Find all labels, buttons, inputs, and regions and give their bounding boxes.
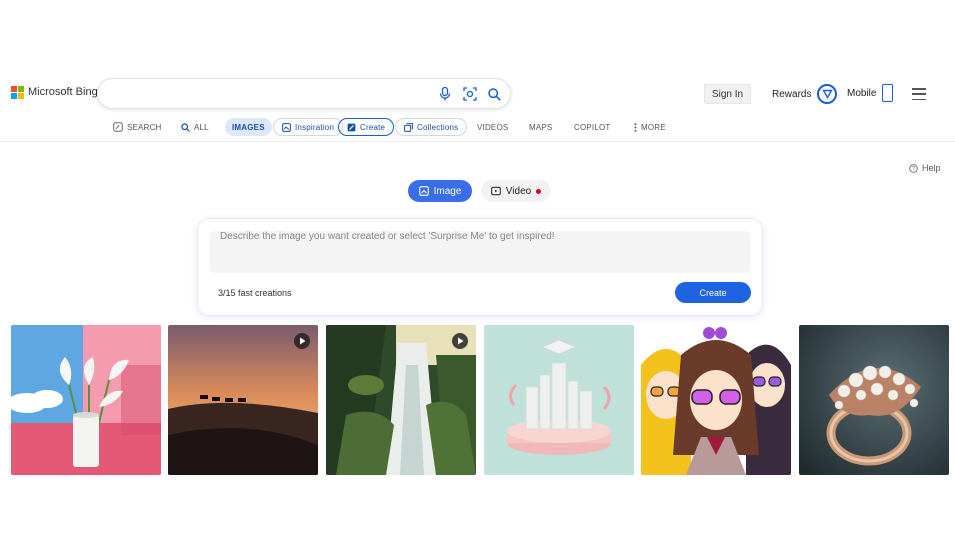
tab-more[interactable]: MORE	[634, 118, 666, 136]
tab-all-label: ALL	[194, 122, 209, 132]
tab-all[interactable]: ALL	[181, 118, 209, 136]
copilot-icon	[113, 122, 123, 132]
image-mode-button[interactable]: Image	[408, 180, 472, 202]
fast-creations-count: 3/15 fast creations	[218, 288, 292, 298]
microsoft-logo-icon	[11, 86, 24, 99]
tab-more-label: MORE	[641, 122, 666, 132]
create-card: 3/15 fast creations Create	[197, 218, 763, 316]
help-label: Help	[922, 163, 941, 173]
gallery-item[interactable]	[799, 325, 949, 475]
search-icon[interactable]	[486, 86, 502, 102]
nav-tabs: SEARCH ALL IMAGES Inspiration Create Col…	[0, 118, 955, 136]
tab-collections-label: Collections	[417, 122, 459, 132]
tab-inspiration-label: Inspiration	[295, 122, 335, 132]
inspiration-icon	[282, 122, 291, 132]
phone-icon	[882, 84, 894, 102]
tab-images-label: IMAGES	[232, 122, 265, 132]
tab-create-label: Create	[360, 122, 386, 132]
tab-search-label: SEARCH	[127, 122, 162, 132]
rewards-label: Rewards	[772, 88, 812, 100]
desert-caravan-image	[168, 325, 318, 475]
image-create-icon	[418, 186, 429, 196]
video-create-icon	[490, 186, 501, 196]
help-icon: ?	[909, 163, 918, 173]
tab-collections[interactable]: Collections	[395, 118, 468, 136]
gallery-item[interactable]	[11, 325, 161, 475]
bing-logo[interactable]: Microsoft Bing	[11, 86, 98, 99]
graduation-diorama-image	[484, 325, 634, 475]
prompt-input[interactable]	[209, 231, 751, 273]
tab-inspiration[interactable]: Inspiration	[273, 118, 344, 136]
mobile-label: Mobile	[847, 87, 877, 99]
header-divider	[0, 141, 955, 142]
search-icon	[181, 122, 190, 132]
search-input[interactable]	[110, 85, 430, 103]
tab-copilot[interactable]: COPILOT	[574, 118, 611, 136]
video-play-icon	[294, 333, 310, 349]
image-mode-label: Image	[433, 185, 462, 197]
tab-search[interactable]: SEARCH	[113, 118, 162, 136]
pearl-ring-image	[799, 325, 949, 475]
hamburger-menu-icon[interactable]	[912, 88, 926, 100]
help-link[interactable]: ? Help	[909, 163, 941, 173]
new-badge-dot	[536, 188, 542, 194]
tab-copilot-label: COPILOT	[574, 122, 611, 132]
waterfall-image	[326, 325, 476, 475]
video-mode-button[interactable]: Video	[481, 180, 551, 202]
create-button[interactable]: Create	[675, 282, 751, 303]
gallery-item[interactable]	[641, 325, 791, 475]
anime-characters-image	[641, 325, 791, 475]
visual-search-icon[interactable]	[462, 86, 478, 102]
tab-videos-label: VIDEOS	[477, 122, 509, 132]
sign-in-button[interactable]: Sign In	[704, 84, 751, 104]
gallery-item[interactable]	[484, 325, 634, 475]
rewards-button[interactable]: Rewards	[772, 84, 838, 104]
gallery-item[interactable]	[168, 325, 318, 475]
tab-create[interactable]: Create	[338, 118, 395, 136]
microphone-icon[interactable]	[437, 86, 453, 102]
tab-images[interactable]: IMAGES	[225, 118, 272, 136]
video-mode-label: Video	[505, 185, 532, 197]
video-play-icon	[452, 333, 468, 349]
tab-maps-label: MAPS	[529, 122, 553, 132]
more-vertical-icon	[634, 122, 637, 132]
gallery-item[interactable]	[326, 325, 476, 475]
brand-name: Microsoft Bing	[28, 86, 98, 98]
rewards-medal-icon	[817, 84, 838, 104]
calla-lilies-image	[11, 325, 161, 475]
collections-icon	[404, 122, 413, 132]
create-icon	[347, 123, 356, 131]
mobile-button[interactable]: Mobile	[847, 84, 894, 102]
search-box[interactable]	[97, 78, 511, 109]
tab-videos[interactable]: VIDEOS	[477, 118, 508, 136]
tab-maps[interactable]: MAPS	[529, 118, 552, 136]
